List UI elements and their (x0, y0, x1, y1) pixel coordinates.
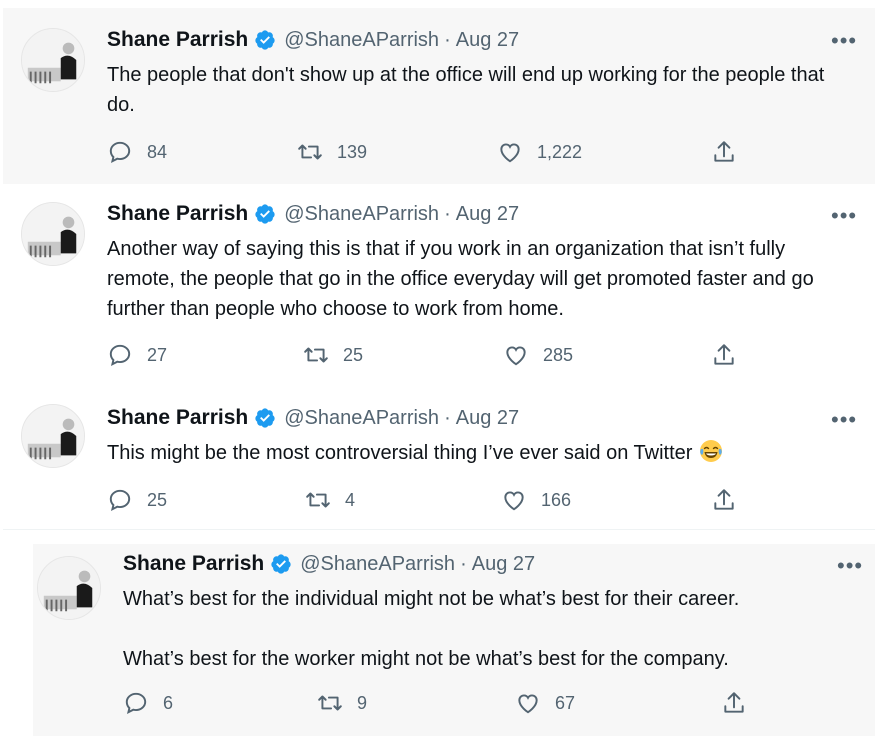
separator: · (444, 28, 451, 51)
tweet-actions: 84 139 1,222 (107, 139, 747, 165)
like-count: 1,222 (537, 141, 583, 162)
tweet-date[interactable]: Aug 27 (456, 407, 519, 430)
author-name[interactable]: Shane Parrish (107, 406, 248, 430)
retweet-count: 139 (337, 141, 368, 162)
verified-badge-icon (254, 29, 276, 51)
reply-count: 25 (147, 489, 168, 510)
author-handle[interactable]: @ShaneAParrish (284, 203, 439, 226)
tweet-actions: 25 4 166 (107, 487, 747, 513)
tweet[interactable]: Shane Parrish @ShaneAParrish · Aug 27 ••… (3, 184, 875, 390)
reply-count: 27 (147, 344, 168, 365)
tweet-date[interactable]: Aug 27 (472, 553, 535, 576)
separator: · (460, 552, 467, 575)
tweet-actions: 27 25 285 (107, 342, 747, 368)
verified-badge-icon (270, 553, 292, 575)
share-icon (714, 141, 734, 162)
tweet-date[interactable]: Aug 27 (456, 29, 519, 52)
more-options-icon[interactable]: ••• (831, 30, 857, 52)
separator: · (444, 406, 451, 429)
heart-icon (506, 346, 526, 366)
retweet-count: 9 (357, 692, 368, 713)
reply-icon (109, 344, 131, 367)
author-handle[interactable]: @ShaneAParrish (284, 29, 439, 52)
like-button[interactable]: 166 (501, 487, 571, 513)
avatar[interactable] (37, 556, 101, 620)
retweet-button[interactable]: 25 (303, 342, 363, 368)
more-options-icon[interactable]: ••• (831, 409, 857, 431)
reply-count: 84 (147, 141, 168, 162)
like-count: 166 (541, 489, 572, 510)
reply-button[interactable]: 27 (107, 342, 167, 368)
tweet-text: This might be the most controversial thi… (107, 438, 847, 468)
share-icon (714, 489, 734, 510)
author-name[interactable]: Shane Parrish (123, 552, 264, 576)
tweet-paragraph: The people that don't show up at the off… (107, 64, 825, 116)
tweet[interactable]: Shane Parrish @ShaneAParrish · Aug 27 ••… (3, 8, 875, 184)
tweet-text: The people that don't show up at the off… (107, 60, 827, 120)
heart-icon (504, 491, 524, 511)
tweet-text: Another way of saying this is that if yo… (107, 234, 835, 324)
heart-icon (500, 143, 520, 163)
tweet-actions: 6 9 67 (123, 690, 763, 716)
retweet-button[interactable]: 4 (305, 487, 355, 513)
reply-icon (125, 692, 147, 715)
like-count: 285 (543, 344, 574, 365)
separator: · (444, 202, 451, 225)
avatar-image (38, 557, 100, 619)
retweet-icon (304, 347, 328, 363)
tweet-paragraph: Another way of saying this is that if yo… (107, 238, 814, 320)
tweet-paragraph-text: This might be the most controversial thi… (107, 442, 693, 464)
verified-badge-icon (254, 203, 276, 225)
tweet-text: What’s best for the individual might not… (123, 584, 863, 674)
verified-badge-icon (254, 407, 276, 429)
avatar[interactable] (21, 202, 85, 266)
heart-icon (518, 694, 538, 714)
more-options-icon[interactable]: ••• (831, 205, 857, 227)
tweet-paragraph: What’s best for the individual might not… (123, 588, 740, 610)
reply-count: 6 (163, 692, 174, 713)
share-icon (714, 344, 734, 365)
share-button[interactable] (711, 487, 751, 513)
share-button[interactable] (711, 139, 751, 165)
retweet-icon (298, 144, 322, 160)
tweet[interactable]: Shane Parrish @ShaneAParrish · Aug 27 ••… (33, 544, 875, 736)
tears-of-joy-emoji-icon (698, 438, 724, 464)
like-button[interactable]: 1,222 (497, 139, 582, 165)
retweet-count: 25 (343, 344, 364, 365)
author-name[interactable]: Shane Parrish (107, 28, 248, 52)
more-options-icon[interactable]: ••• (837, 555, 863, 577)
avatar-image (22, 405, 84, 467)
tweet-date[interactable]: Aug 27 (456, 203, 519, 226)
avatar[interactable] (21, 404, 85, 468)
author-handle[interactable]: @ShaneAParrish (284, 407, 439, 430)
reply-button[interactable]: 25 (107, 487, 167, 513)
like-count: 67 (555, 692, 576, 713)
author-name[interactable]: Shane Parrish (107, 202, 248, 226)
author-handle[interactable]: @ShaneAParrish (300, 553, 455, 576)
retweet-icon (306, 492, 330, 508)
share-button[interactable] (721, 690, 761, 716)
retweet-button[interactable]: 9 (317, 690, 367, 716)
retweet-button[interactable]: 139 (297, 139, 367, 165)
reply-icon (109, 489, 131, 512)
tweet-paragraph: What’s best for the worker might not be … (123, 648, 729, 670)
retweet-count: 4 (345, 489, 356, 510)
avatar-image (22, 203, 84, 265)
tweet[interactable]: Shane Parrish @ShaneAParrish · Aug 27 ••… (3, 390, 875, 530)
reply-button[interactable]: 6 (123, 690, 173, 716)
avatar[interactable] (21, 28, 85, 92)
like-button[interactable]: 285 (503, 342, 573, 368)
retweet-icon (318, 695, 342, 711)
like-button[interactable]: 67 (515, 690, 575, 716)
avatar-image (22, 29, 84, 91)
share-icon (724, 692, 744, 713)
reply-icon (109, 141, 131, 164)
tweet-paragraph: This might be the most controversial thi… (107, 438, 847, 468)
share-button[interactable] (711, 342, 751, 368)
reply-button[interactable]: 84 (107, 139, 167, 165)
